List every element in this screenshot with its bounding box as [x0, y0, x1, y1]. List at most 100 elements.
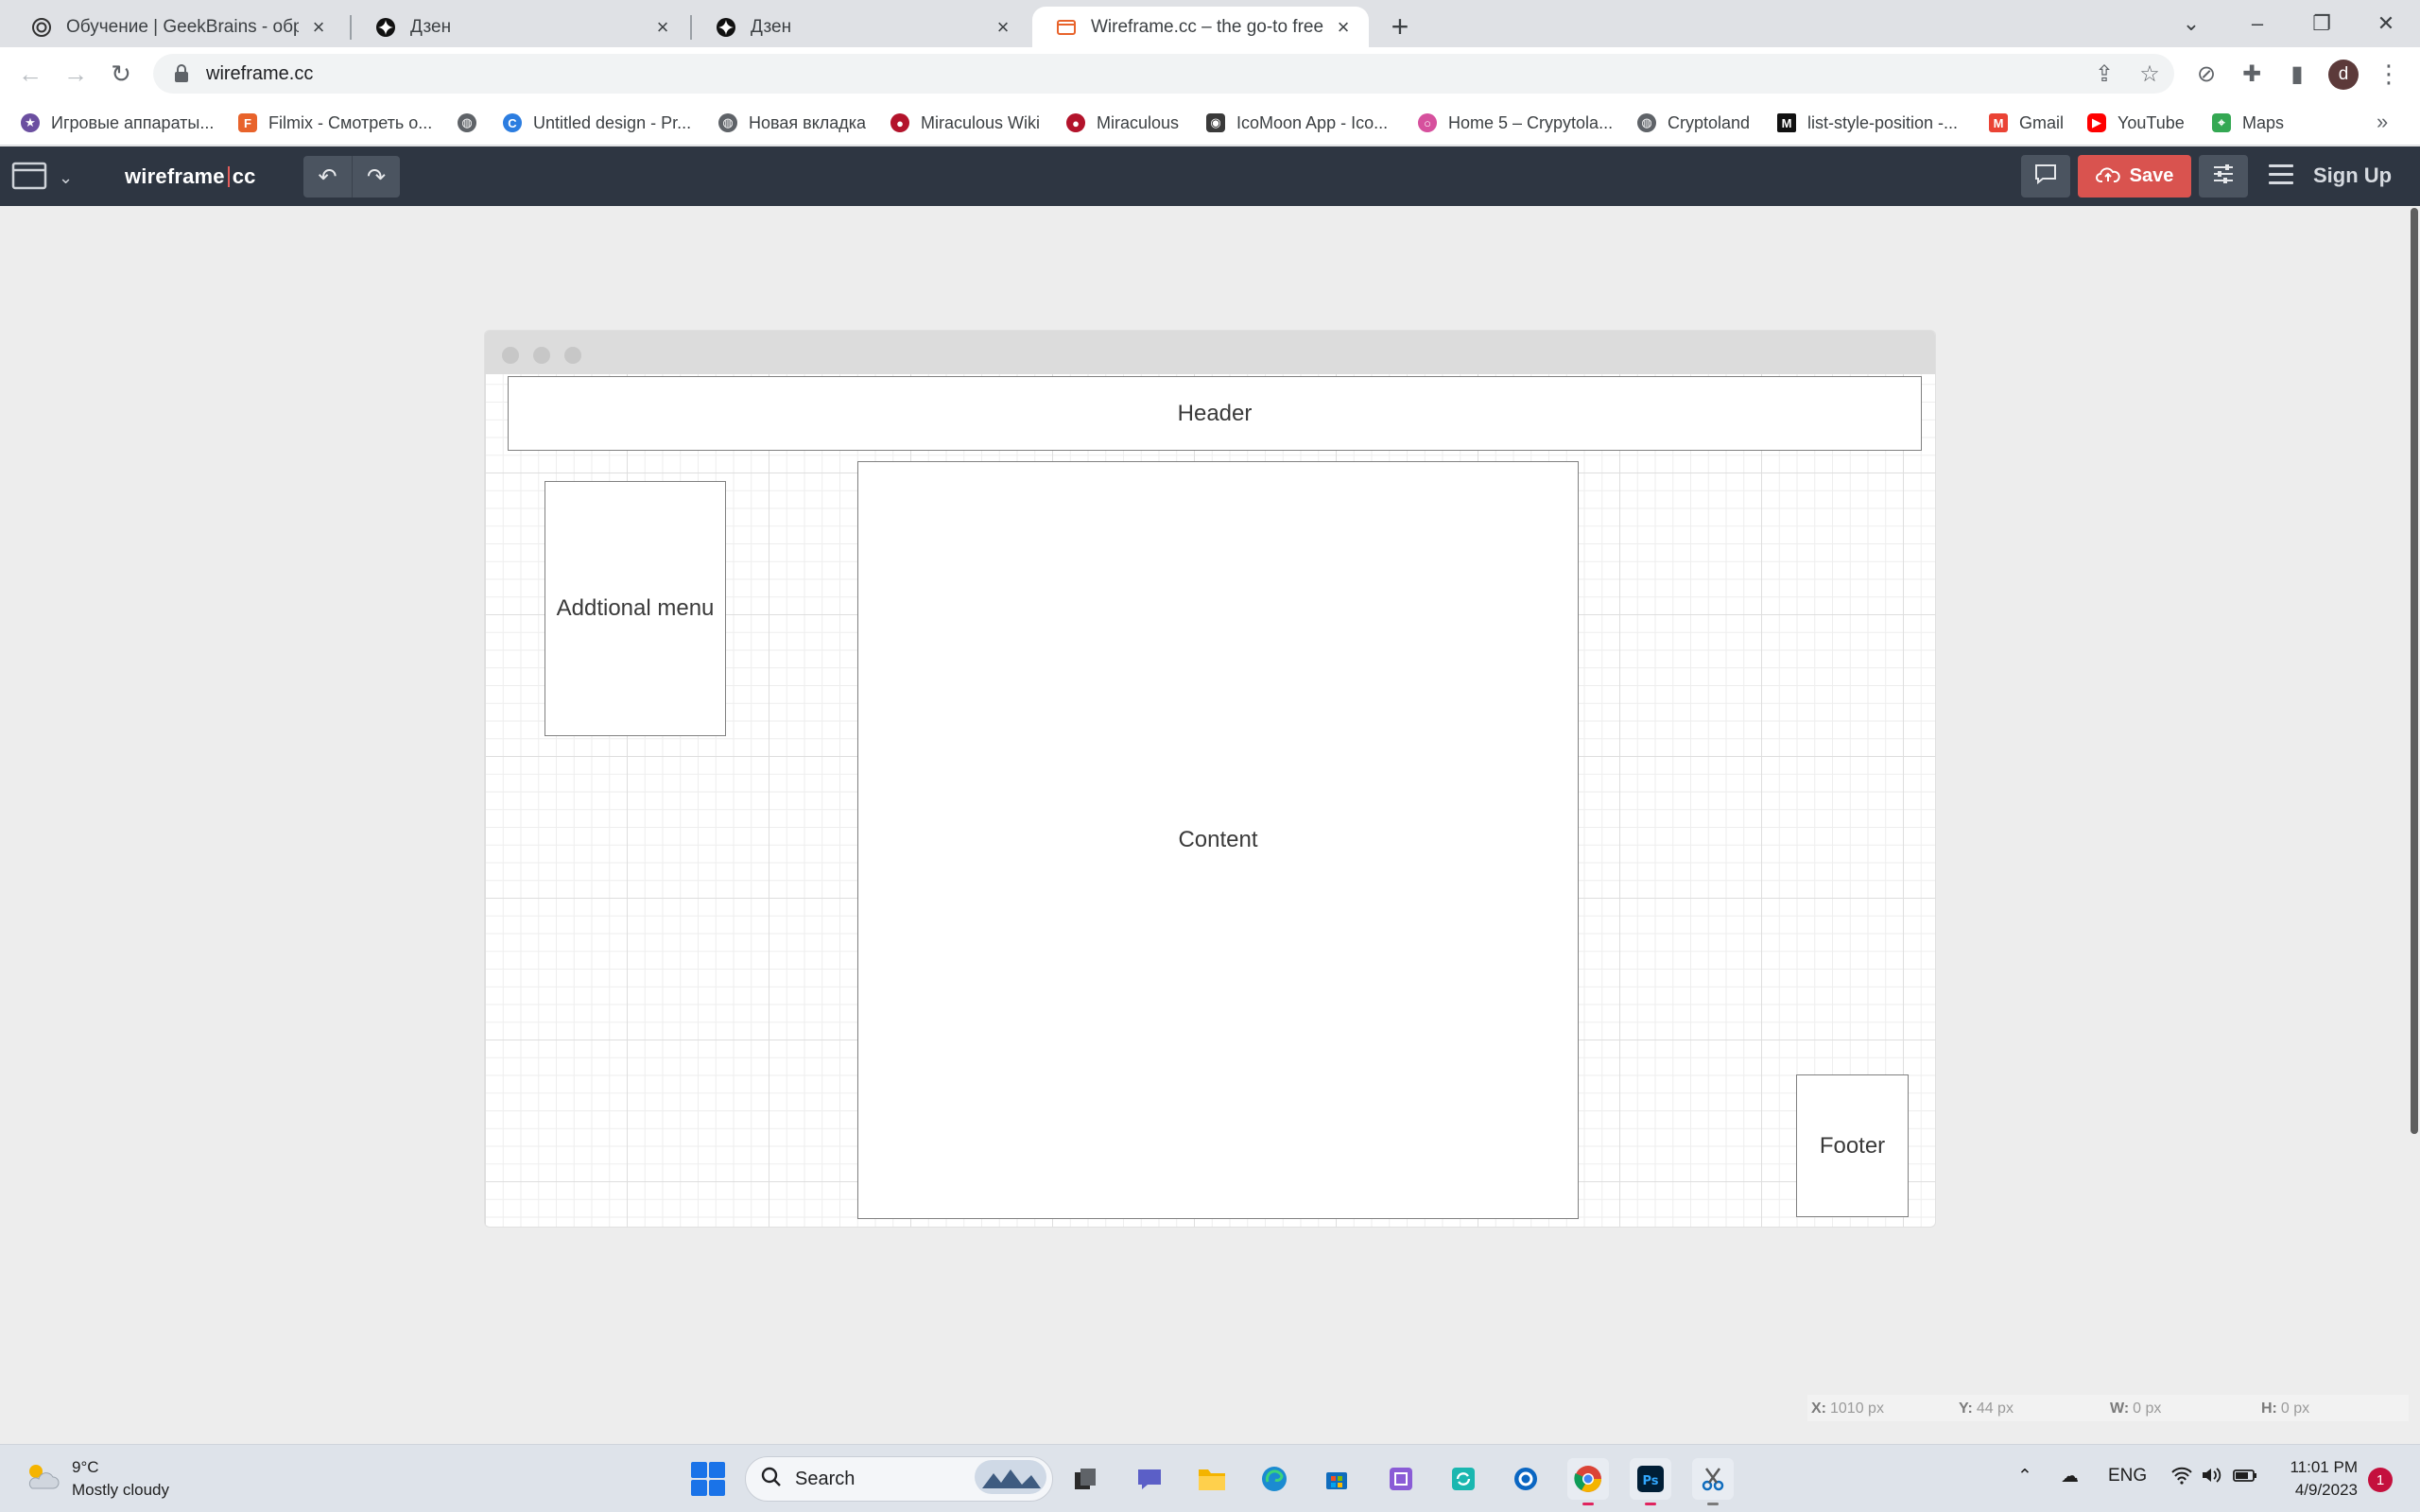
frame-type-menu[interactable]: ⌄ [11, 160, 73, 197]
address-bar[interactable]: wireframe.cc [153, 54, 2174, 94]
browser-toolbar: ← → ↻ wireframe.cc ⇪ ☆ ⊘ ✚ ▮ d ⋮ [0, 47, 2420, 100]
bookmark-label: Untitled design - Pr... [533, 112, 692, 132]
new-tab-button[interactable]: + [1383, 9, 1417, 43]
tab-dzen-2[interactable]: Дзен × [692, 7, 1028, 47]
close-icon[interactable]: × [652, 15, 673, 39]
additional-menu-box[interactable]: Addtional menu [544, 481, 726, 736]
window-close-icon[interactable]: ✕ [2352, 0, 2420, 47]
bookmark-label: Miraculous [1097, 112, 1180, 132]
canva-icon: C [503, 113, 522, 132]
undo-icon[interactable]: ↶ [303, 156, 352, 198]
bookmark-item[interactable]: ● Miraculous [1066, 110, 1179, 136]
weather-condition: Mostly cloudy [72, 1481, 169, 1499]
minimize-icon[interactable]: – [2223, 0, 2291, 47]
bookmark-item[interactable]: ● Miraculous Wiki [890, 110, 1040, 136]
close-icon[interactable]: × [993, 15, 1013, 39]
bookmark-item[interactable]: Mlist-style-position -... [1777, 110, 1958, 136]
bookmark-star-icon[interactable]: ☆ [2135, 59, 2165, 89]
search-placeholder: Search [795, 1468, 856, 1489]
task-view-icon[interactable] [1064, 1458, 1106, 1500]
content-label: Content [1178, 827, 1258, 852]
footer-box[interactable]: Footer [1796, 1074, 1909, 1217]
tab-geekbrains[interactable]: Обучение | GeekBrains - образо × [8, 7, 344, 47]
chrome-icon[interactable] [1567, 1458, 1609, 1505]
tab-dzen-1[interactable]: Дзен × [352, 7, 688, 47]
dzen-icon [374, 16, 397, 39]
close-icon[interactable]: × [1333, 15, 1354, 39]
comment-button[interactable] [2021, 155, 2070, 198]
undo-redo-group: ↶ ↷ [303, 156, 400, 198]
maps-icon: ⌖ [2212, 113, 2231, 132]
icomoon-icon: ◉ [1206, 113, 1225, 132]
bookmark-label: Игровые аппараты... [51, 112, 215, 132]
side-panel-icon[interactable]: ▮ [2282, 59, 2312, 89]
chat-icon[interactable] [1129, 1458, 1170, 1500]
settings-button[interactable] [2199, 155, 2248, 198]
wireframe-browser-frame[interactable]: Header Addtional menu Content Footer [484, 330, 1936, 1228]
sync-app-icon[interactable] [1443, 1458, 1484, 1500]
weather-widget[interactable]: 9°C Mostly cloudy [23, 1456, 169, 1502]
bookmark-item[interactable]: ★ Игровые аппараты... [21, 110, 214, 136]
vertical-scrollbar[interactable] [2409, 206, 2420, 1444]
windows-start-icon[interactable] [691, 1462, 725, 1496]
globe-icon: ◍ [718, 113, 737, 132]
bookmark-item[interactable]: F Filmix - Смотреть о... [238, 110, 432, 136]
extension-compass-icon[interactable]: ⊘ [2191, 59, 2221, 89]
search-highlight-icon [975, 1459, 1046, 1499]
close-icon[interactable]: × [308, 15, 329, 39]
bookmark-item[interactable]: ⌖ Maps [2212, 110, 2284, 136]
language-indicator[interactable]: ENG [2108, 1466, 2147, 1486]
notification-badge[interactable]: 1 [2368, 1468, 2393, 1492]
bookmark-item[interactable]: ○ Home 5 – Crypytola... [1418, 110, 1613, 136]
onedrive-cloud-icon[interactable]: ☁ [2061, 1466, 2079, 1487]
bookmark-item[interactable]: ◍ Cryptoland [1637, 110, 1750, 136]
wifi-icon[interactable] [2170, 1466, 2193, 1490]
bookmark-item[interactable]: ◍ [458, 110, 488, 136]
back-arrow-icon[interactable]: ← [13, 57, 47, 91]
partly-cloudy-icon [23, 1460, 60, 1499]
extensions-puzzle-icon[interactable]: ✚ [2237, 59, 2267, 89]
scrollbar-thumb[interactable] [2411, 208, 2418, 1134]
content-box[interactable]: Content [857, 461, 1579, 1219]
bookmark-item[interactable]: ◉ IcoMoon App - Ico... [1206, 110, 1388, 136]
dzen-icon [715, 16, 737, 39]
forward-arrow-icon[interactable]: → [59, 57, 93, 91]
header-box[interactable]: Header [508, 376, 1922, 451]
circle-app-icon[interactable] [1505, 1458, 1547, 1500]
tab-search-chevron-icon[interactable]: ⌄ [2157, 0, 2225, 47]
edge-icon[interactable] [1253, 1458, 1295, 1500]
browser-menu-icon[interactable]: ⋮ [2377, 59, 2401, 89]
restore-icon[interactable]: ❐ [2288, 0, 2356, 47]
volume-icon[interactable] [2201, 1466, 2223, 1490]
bookmark-item[interactable]: ▶ YouTube [2087, 110, 2185, 136]
footer-label: Footer [1819, 1132, 1886, 1159]
file-explorer-icon[interactable] [1191, 1458, 1233, 1500]
chevron-up-icon[interactable]: ⌃ [2017, 1466, 2032, 1487]
battery-icon[interactable] [2233, 1466, 2257, 1490]
tab-wireframe[interactable]: Wireframe.cc – the go-to free, on × [1032, 7, 1369, 47]
logo-text: wireframe [125, 164, 225, 188]
bookmark-item[interactable]: ◍ Новая вкладка [718, 110, 866, 136]
sign-up-link[interactable]: Sign Up [2313, 163, 2392, 188]
more-bookmarks-icon[interactable]: » [2377, 110, 2388, 134]
notes-app-icon[interactable] [1380, 1458, 1422, 1500]
profile-avatar[interactable]: d [2328, 60, 2359, 90]
bookmark-item[interactable]: C Untitled design - Pr... [503, 110, 691, 136]
ring-icon: ○ [1418, 113, 1437, 132]
snipping-tool-icon[interactable] [1692, 1458, 1734, 1505]
save-button[interactable]: Save [2078, 155, 2191, 198]
comment-icon [2034, 163, 2057, 189]
taskbar-clock[interactable]: 11:01 PM 4/9/2023 [2278, 1456, 2358, 1502]
bookmark-item[interactable]: M Gmail [1989, 110, 2064, 136]
reload-icon[interactable]: ↻ [104, 57, 138, 91]
taskbar-search[interactable]: Search [745, 1456, 1053, 1502]
store-icon[interactable] [1316, 1458, 1357, 1500]
photoshop-icon[interactable]: Ps [1630, 1458, 1671, 1505]
globe-icon: ◍ [1637, 113, 1656, 132]
header-label: Header [1177, 400, 1253, 426]
hamburger-menu-icon[interactable] [2269, 164, 2293, 189]
share-icon[interactable]: ⇪ [2089, 59, 2119, 89]
url-text[interactable]: wireframe.cc [206, 63, 313, 85]
globe-icon: ◍ [458, 113, 476, 132]
redo-icon[interactable]: ↷ [352, 156, 400, 198]
